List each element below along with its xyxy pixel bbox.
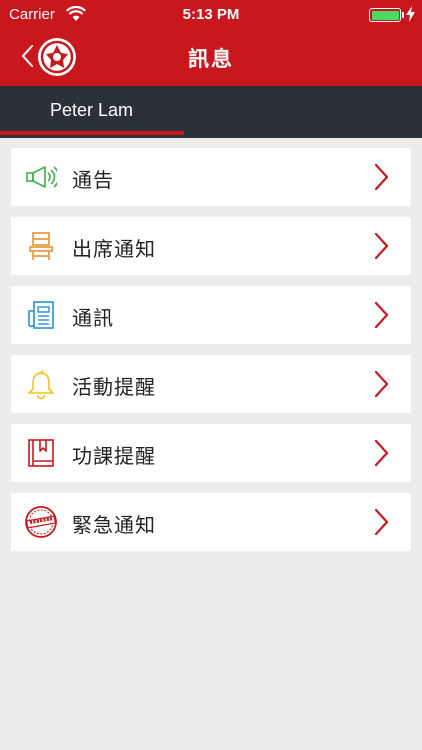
menu-item-homework-reminder[interactable]: 功課提醒 [11,424,411,482]
menu-item-label: 通訊 [72,306,114,330]
menu-item-activity-reminder[interactable]: 活動提醒 [11,355,411,413]
bell-icon [28,370,54,400]
menu-item-label: 活動提醒 [72,375,156,399]
battery-tip [402,12,404,18]
megaphone-icon [26,166,57,188]
menu-item-label: 功課提醒 [72,444,156,468]
chevron-right-icon [374,508,389,536]
menu-item-label: 通告 [72,168,114,192]
menu-item-label: 緊急通知 [72,513,156,537]
urgent-stamp-icon [25,506,57,538]
newspaper-icon [28,301,54,329]
chevron-right-icon [374,301,389,329]
menu-item-attendance[interactable]: 出席通知 [11,217,411,275]
chair-icon [29,232,53,260]
nav-bar: 訊息 [0,30,422,86]
chevron-right-icon [374,163,389,191]
menu-item-notice[interactable]: 通告 [11,148,411,206]
status-bar: Carrier 5:13 PM [0,0,422,30]
battery-icon [369,8,401,22]
chevron-right-icon [374,232,389,260]
book-icon [28,439,54,467]
battery-fill [371,10,399,20]
charging-bolt-icon [406,6,415,22]
status-time: 5:13 PM [182,6,240,23]
menu-item-label: 出席通知 [72,237,156,261]
chevron-right-icon [374,439,389,467]
menu-item-newsletter[interactable]: 通訊 [11,286,411,344]
user-tab[interactable]: Peter Lam [50,100,133,121]
user-tab-indicator [0,131,184,135]
page-title: 訊息 [188,47,234,71]
menu-item-urgent-notice[interactable]: 緊急通知 [11,493,411,551]
chevron-right-icon [374,370,389,398]
